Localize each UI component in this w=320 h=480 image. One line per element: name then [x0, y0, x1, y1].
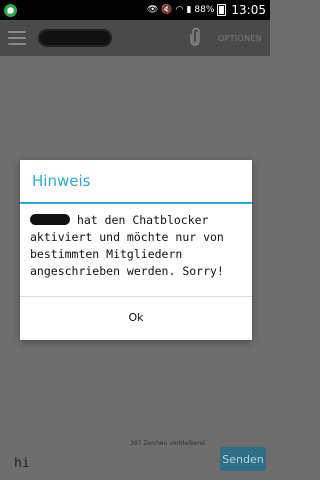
status-bar: 👁 🔇 ◠ ▮ 88% 13:05 — [0, 0, 270, 20]
battery-icon — [217, 4, 227, 16]
message-input[interactable]: hi — [14, 456, 30, 471]
notice-dialog: Hinweis hat den Chatblocker aktiviert un… — [20, 160, 252, 340]
app-toolbar: OPTIONEN — [0, 20, 270, 56]
dialog-title: Hinweis — [20, 160, 252, 204]
signal-icon: ▮ — [186, 5, 192, 15]
paperclip-icon[interactable] — [188, 28, 202, 48]
mute-icon: 🔇 — [161, 5, 173, 15]
redacted-chat-name — [40, 31, 110, 45]
dialog-message: hat den Chatblocker aktiviert und möchte… — [20, 204, 252, 296]
redacted-username — [30, 214, 70, 225]
send-button[interactable]: Senden — [220, 447, 266, 471]
battery-percent: 88% — [194, 5, 215, 15]
options-menu[interactable]: OPTIONEN — [218, 34, 262, 43]
clock: 13:05 — [231, 3, 266, 17]
char-counter: 397 Zeichen verbleibend — [130, 440, 205, 447]
hamburger-menu-icon[interactable] — [8, 31, 26, 45]
wifi-icon: ◠ — [175, 5, 184, 15]
whatsapp-icon — [4, 3, 17, 17]
eye-icon: 👁 — [146, 5, 159, 15]
ok-button[interactable]: Ok — [20, 297, 252, 338]
